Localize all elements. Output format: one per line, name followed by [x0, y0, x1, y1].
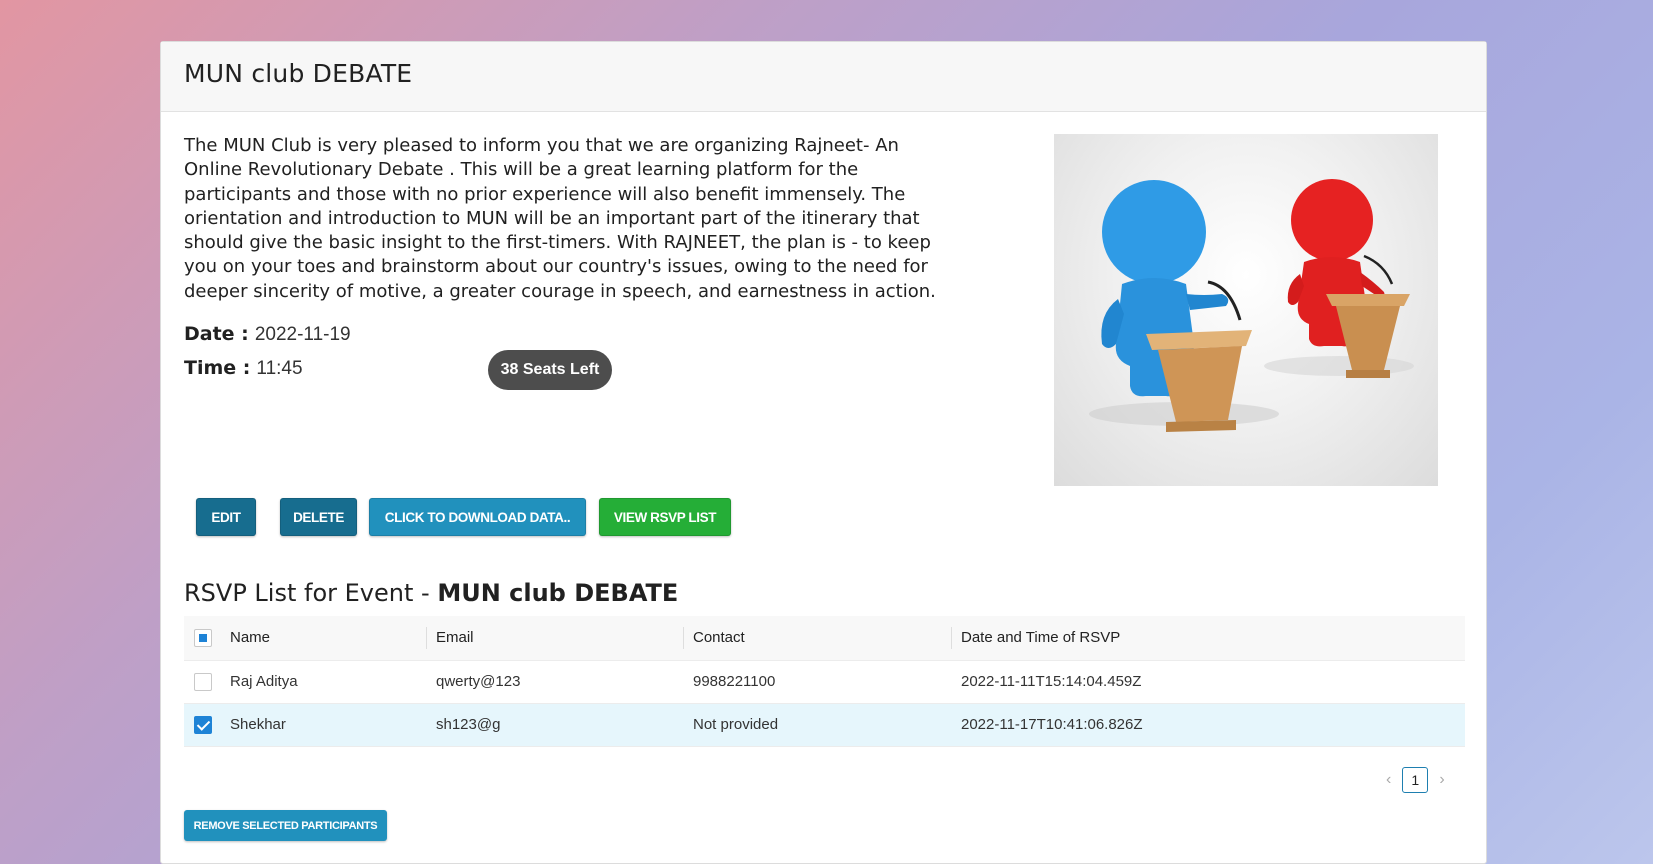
cell-email: qwerty@123: [426, 660, 683, 704]
row-select-cell: [184, 660, 220, 704]
view-rsvp-list-button[interactable]: VIEW RSVP LIST: [599, 498, 731, 536]
column-header-contact[interactable]: Contact: [683, 616, 951, 661]
next-page-icon[interactable]: ›: [1439, 771, 1444, 789]
download-data-button[interactable]: CLICK TO DOWNLOAD DATA..: [369, 498, 586, 536]
debate-illustration: [1089, 179, 1414, 432]
table-header-row: Name Email Contact Date and Time of RSVP: [184, 616, 1465, 661]
row-select-cell: [184, 703, 220, 747]
column-header-email[interactable]: Email: [426, 616, 683, 661]
time-label: Time :: [184, 357, 251, 379]
card-header: MUN club DEBATE: [161, 42, 1486, 112]
page-1-button[interactable]: 1: [1402, 767, 1429, 793]
cell-contact: 9988221100: [683, 660, 951, 704]
time-value: 11:45: [256, 358, 303, 379]
row-checkbox[interactable]: [194, 672, 212, 691]
table-row[interactable]: Shekhar sh123@g Not provided 2022-11-17T…: [184, 703, 1465, 747]
edit-button[interactable]: EDIT: [196, 498, 256, 536]
seats-left-badge: 38 Seats Left: [488, 350, 612, 390]
prev-page-icon[interactable]: ‹: [1386, 771, 1391, 789]
date-value: 2022-11-19: [254, 324, 351, 345]
remove-selected-button[interactable]: REMOVE SELECTED PARTICIPANTS: [184, 810, 387, 841]
event-time: Time : 11:45: [184, 357, 303, 380]
event-title: MUN club DEBATE: [184, 59, 413, 88]
event-description: The MUN Club is very pleased to inform y…: [184, 135, 936, 302]
event-image: [1054, 134, 1438, 486]
cell-name: Raj Aditya: [220, 660, 426, 704]
cell-name: Shekhar: [220, 703, 426, 747]
cell-contact: Not provided: [683, 703, 951, 747]
event-date: Date : 2022-11-19: [184, 323, 351, 346]
delete-button[interactable]: DELETE: [280, 498, 357, 536]
cell-rsvp-time: 2022-11-11T15:14:04.459Z: [951, 660, 1465, 704]
rsvp-heading-prefix: RSVP List for Event -: [184, 579, 430, 607]
select-all-checkbox[interactable]: [194, 628, 212, 647]
event-card: MUN club DEBATE The MUN Club is very ple…: [160, 41, 1487, 864]
cell-email: sh123@g: [426, 703, 683, 747]
rsvp-heading-event: MUN club DEBATE: [437, 579, 679, 607]
rsvp-heading: RSVP List for Event - MUN club DEBATE: [184, 579, 678, 607]
date-label: Date :: [184, 323, 249, 345]
select-all-cell: [184, 616, 220, 661]
column-header-name[interactable]: Name: [220, 616, 426, 661]
pagination: ‹ 1 ›: [1386, 767, 1445, 793]
rsvp-table: Name Email Contact Date and Time of RSVP…: [184, 616, 1465, 747]
table-row[interactable]: Raj Aditya qwerty@123 9988221100 2022-11…: [184, 660, 1465, 704]
row-checkbox[interactable]: [194, 715, 212, 734]
column-header-rsvp-time[interactable]: Date and Time of RSVP: [951, 616, 1465, 661]
cell-rsvp-time: 2022-11-17T10:41:06.826Z: [951, 703, 1465, 747]
